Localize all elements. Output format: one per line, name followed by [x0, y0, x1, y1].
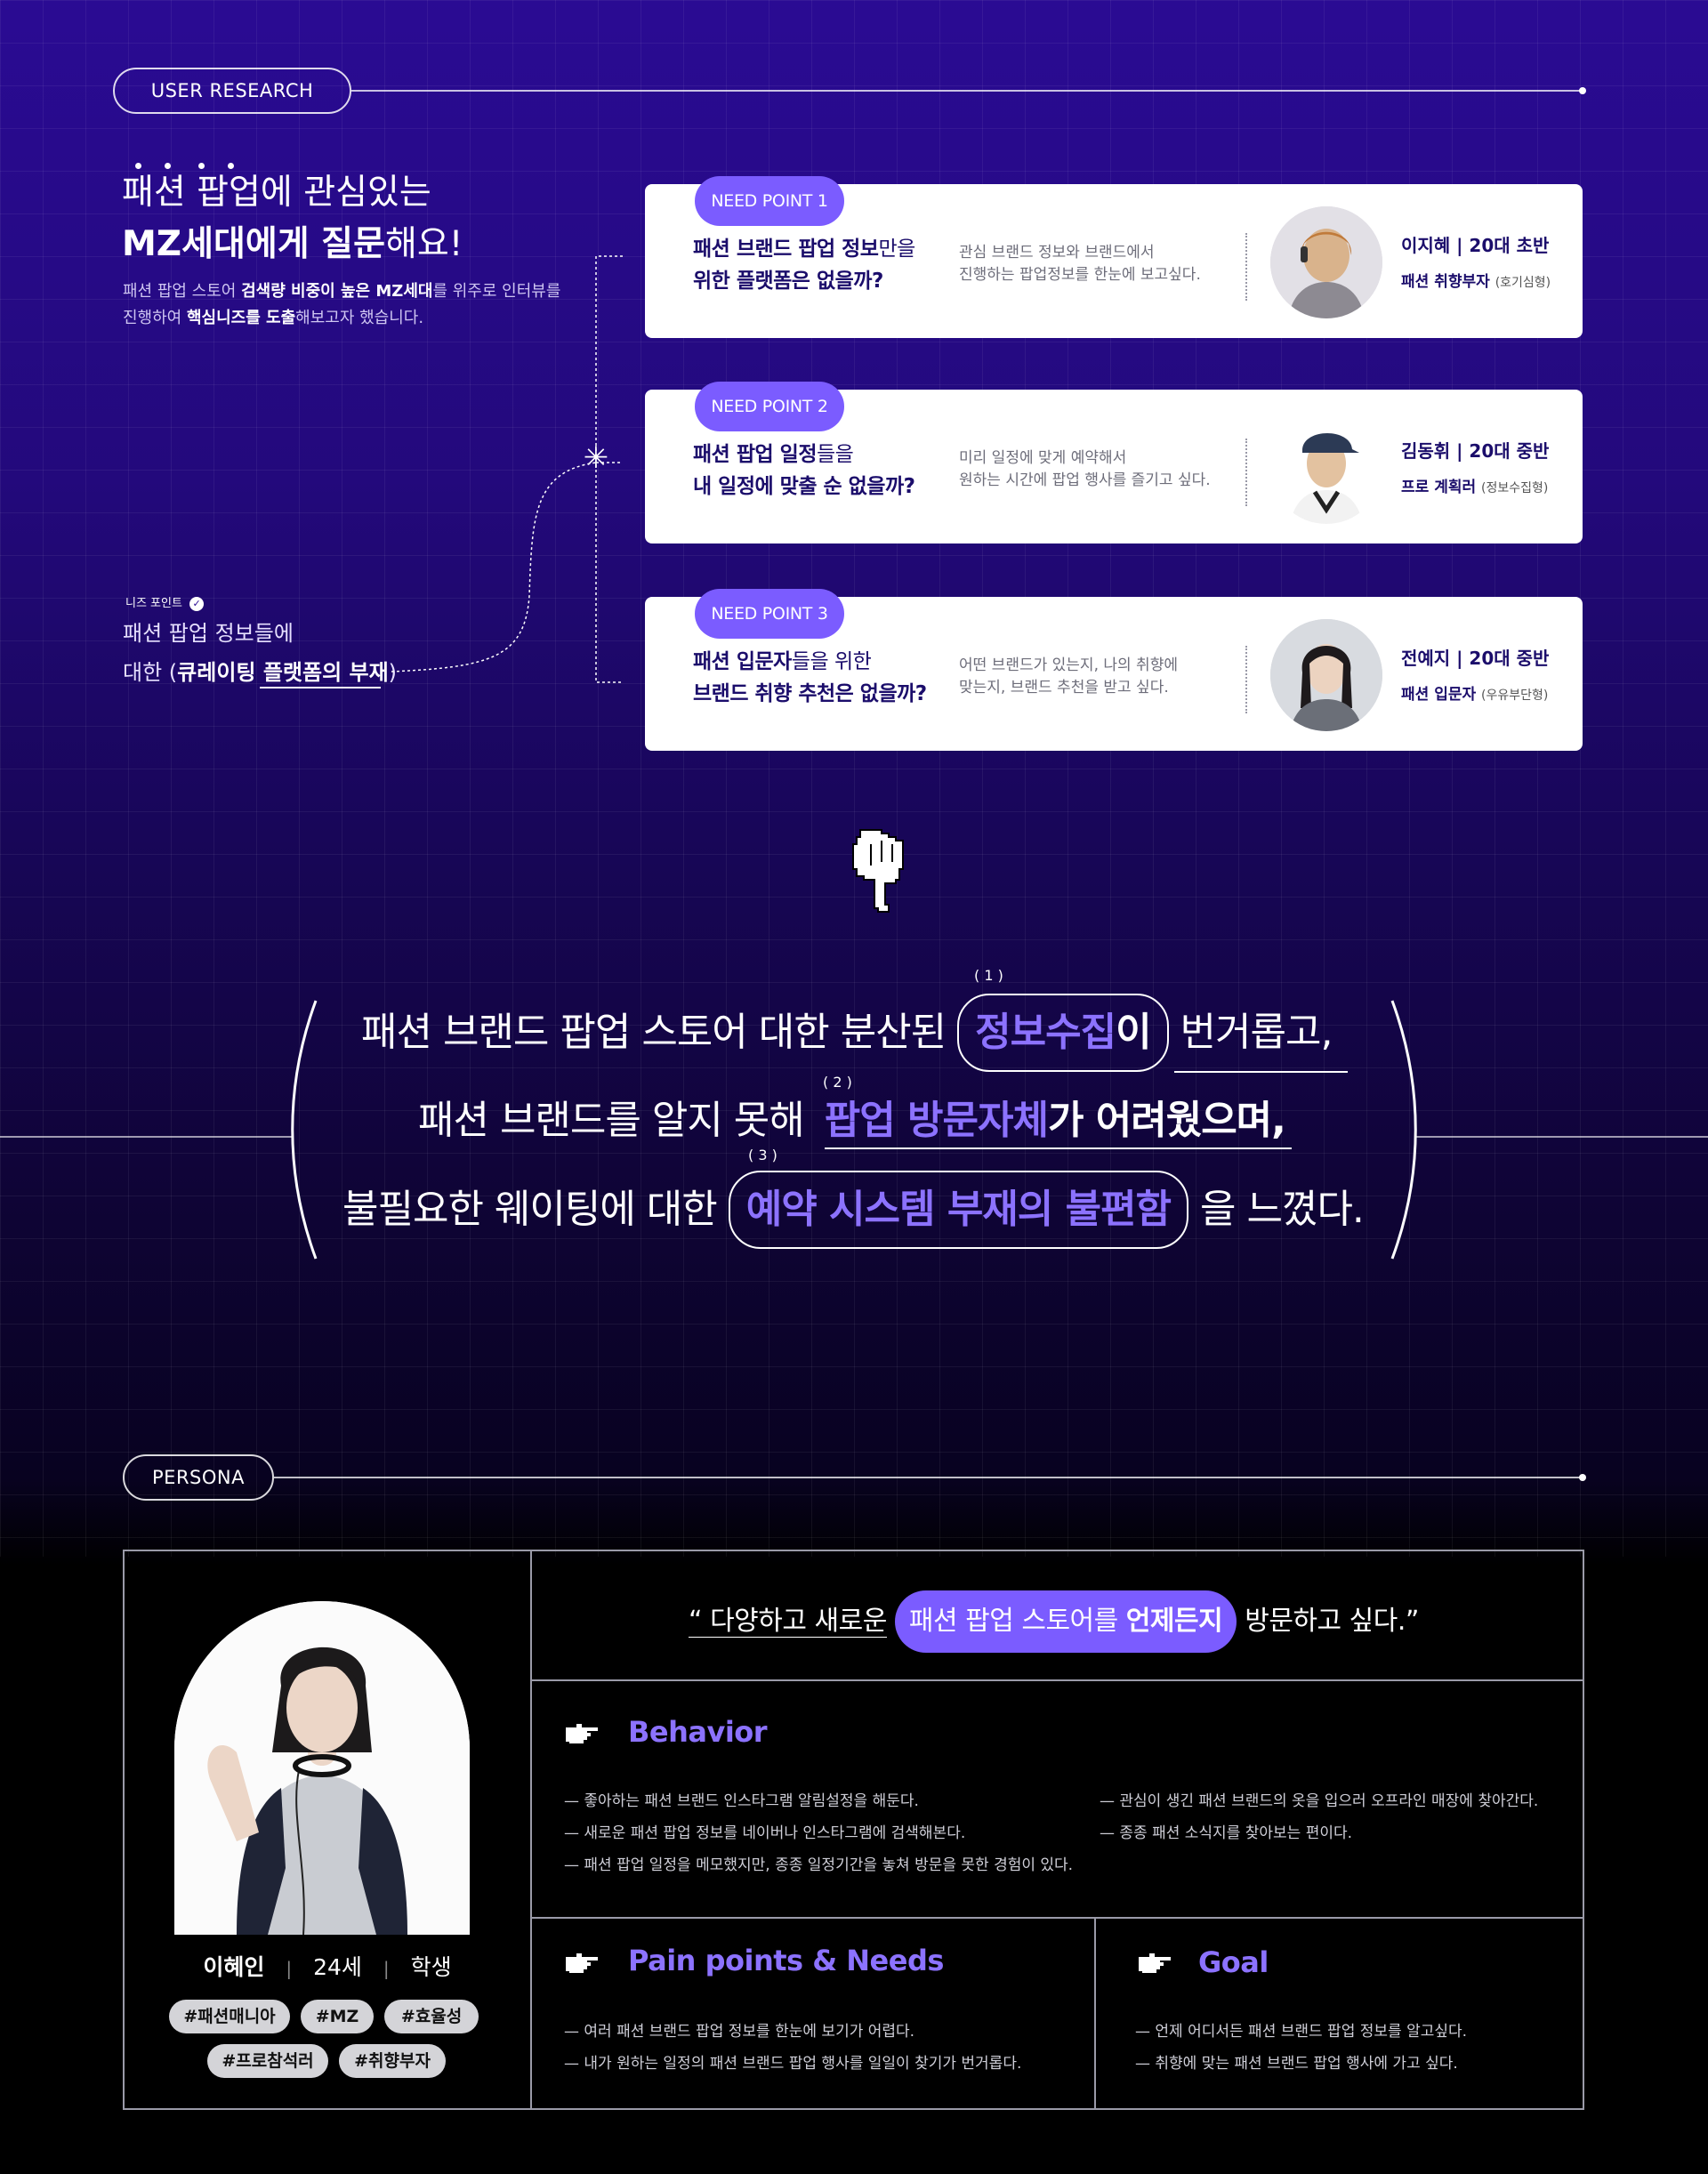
- goal-item: 취향에 맞는 패션 브랜드 팝업 행사에 가고 싶다.: [1135, 2050, 1457, 2073]
- persona-table: 이혜인 | 24세 | 학생 #패션매니아 #MZ #효율성 #프로참석러 #취…: [123, 1550, 1584, 2110]
- pointing-hand-icon: [851, 828, 905, 914]
- insight-underline-1: [1174, 1071, 1348, 1073]
- pain-point-item: 여러 패션 브랜드 팝업 정보를 한눈에 보기가 어렵다.: [564, 2018, 914, 2041]
- table-divider: [530, 1917, 1583, 1919]
- need-point-card-2: NEED POINT 2 패션 팝업 일정들을 내 일정에 맞출 순 없을까? …: [645, 382, 1583, 544]
- goal-title: Goal: [1198, 1945, 1269, 1979]
- section-divider: [351, 90, 1582, 92]
- separator: |: [286, 1958, 293, 1979]
- need-point-question: 패션 브랜드 팝업 정보만을 위한 플랫폼은 없을까?: [693, 238, 915, 293]
- hand-right-icon: [1139, 1953, 1171, 1973]
- check-circle-icon: ✓: [189, 597, 205, 611]
- need-point-separator: [1245, 646, 1247, 713]
- table-divider: [530, 1679, 1583, 1681]
- right-parenthesis: [1390, 1000, 1417, 1260]
- behavior-item: 관심이 생긴 패션 브랜드의 옷을 입으러 오프라인 매장에 찾아간다.: [1100, 1788, 1538, 1810]
- need-point-card-1: NEED POINT 1 패션 브랜드 팝업 정보만을 위한 플랫폼은 없을까?…: [645, 176, 1583, 338]
- hand-right-icon: [566, 1953, 598, 1973]
- goal-item: 언제 어디서든 패션 브랜드 팝업 정보를 알고싶다.: [1135, 2018, 1467, 2041]
- insight-line-left: [0, 1136, 294, 1138]
- persona-tag: #효율성: [384, 2000, 479, 2033]
- need-point-separator: [1245, 439, 1247, 506]
- section-label-persona: PERSONA: [123, 1454, 274, 1501]
- pain-point-item: 내가 원하는 일정의 패션 브랜드 팝업 행사를 일일이 찾기가 번거롭다.: [564, 2050, 1021, 2073]
- persona-tag: #프로참석러: [207, 2044, 328, 2078]
- avatar: [1270, 412, 1382, 524]
- behavior-item: 새로운 패션 팝업 정보를 네이버나 인스타그램에 검색해본다.: [564, 1820, 965, 1842]
- table-divider: [530, 1551, 532, 2108]
- interviewee-type: 패션 취향부자 (호기심형): [1401, 273, 1551, 291]
- need-point-tag: NEED POINT 3: [695, 589, 844, 639]
- pain-points-title: Pain points & Needs: [628, 1944, 944, 1977]
- persona-age: 24세: [313, 1954, 362, 1980]
- insight-underline-2: [825, 1147, 1292, 1149]
- table-divider: [1094, 1917, 1096, 2108]
- persona-name: 이혜인: [203, 1954, 265, 1980]
- insight-line-3: 불필요한 웨이팅에 대한 예약 시스템 부재의 불편함 을 느꼈다.: [342, 1171, 1365, 1249]
- avatar: [1270, 619, 1382, 731]
- insight-highlight-1: 정보수집이: [957, 994, 1169, 1072]
- interviewee-name: 김동휘 | 20대 중반: [1401, 440, 1550, 462]
- persona-job: 학생: [410, 1954, 452, 1980]
- persona-photo: [174, 1601, 470, 1935]
- behavior-item: 패션 팝업 일정을 메모했지만, 종종 일정기간을 놓쳐 방문을 못한 경험이 …: [564, 1852, 1073, 1874]
- insight-number-3: ( 3 ): [748, 1147, 777, 1163]
- need-point-card-3: NEED POINT 3 패션 입문자들을 위한 브랜드 취향 추천은 없을까?…: [645, 589, 1583, 751]
- asterisk-icon: ✳: [583, 440, 609, 476]
- need-point-question: 패션 입문자들을 위한 브랜드 취향 추천은 없을까?: [693, 650, 927, 705]
- need-point-description: 어떤 브랜드가 있는지, 나의 취향에 맞는지, 브랜드 추천을 받고 싶다.: [959, 656, 1178, 696]
- needs-point-label: 니즈 포인트 ✓: [125, 593, 205, 611]
- persona-quote: “ 다양하고 새로운 패션 팝업 스토어를 언제든지 방문하고 싶다.”: [689, 1590, 1419, 1653]
- needs-point-text: 패션 팝업 정보들에 대한 (큐레이팅 플랫폼의 부재): [123, 621, 398, 685]
- need-point-question: 패션 팝업 일정들을 내 일정에 맞출 순 없을까?: [693, 443, 915, 498]
- persona-tag: #MZ: [301, 2000, 374, 2033]
- insight-number-1: ( 1 ): [974, 967, 1003, 984]
- hand-right-icon: [566, 1724, 598, 1743]
- interviewee-name: 전예지 | 20대 중반: [1401, 648, 1550, 669]
- interviewee-type: 패션 입문자 (우유부단형): [1401, 686, 1549, 704]
- behavior-item: 좋아하는 패션 브랜드 인스타그램 알림설정을 해둔다.: [564, 1788, 919, 1810]
- behavior-title: Behavior: [628, 1715, 768, 1749]
- persona-quote-highlight: 패션 팝업 스토어를 언제든지: [894, 1590, 1237, 1653]
- need-point-tag: NEED POINT 1: [695, 176, 844, 226]
- interviewee-type: 프로 계획러 (정보수집형): [1401, 479, 1549, 496]
- need-point-separator: [1245, 233, 1247, 301]
- need-point-tag: NEED POINT 2: [695, 382, 844, 431]
- behavior-item: 종종 패션 소식지를 찾아보는 편이다.: [1100, 1820, 1352, 1842]
- persona-tag: #취향부자: [339, 2044, 446, 2078]
- interviewee-name: 이지혜 | 20대 초반: [1401, 235, 1550, 256]
- need-point-description: 관심 브랜드 정보와 브랜드에서 진행하는 팝업정보를 한눈에 보고싶다.: [959, 244, 1201, 284]
- persona-profile: 이혜인 | 24세 | 학생: [125, 1950, 530, 1982]
- insight-highlight-3: 예약 시스템 부재의 불편함: [728, 1171, 1189, 1249]
- section-label-user-research: USER RESEARCH: [113, 68, 351, 114]
- section-divider: [274, 1477, 1582, 1478]
- needs-point-underline: [260, 687, 381, 688]
- divider-end-dot: [1579, 87, 1586, 94]
- need-point-description: 미리 일정에 맞게 예약해서 원하는 시간에 팝업 행사를 즐기고 싶다.: [959, 449, 1211, 489]
- divider-end-dot: [1579, 1474, 1586, 1481]
- left-parenthesis: [291, 1000, 318, 1260]
- separator: |: [383, 1958, 390, 1979]
- insight-line-right: [1414, 1136, 1708, 1138]
- persona-tag: #패션매니아: [169, 2000, 290, 2033]
- avatar: [1270, 206, 1382, 318]
- insight-line-1: 패션 브랜드 팝업 스토어 대한 분산된 정보수집이 번거롭고,: [361, 994, 1333, 1072]
